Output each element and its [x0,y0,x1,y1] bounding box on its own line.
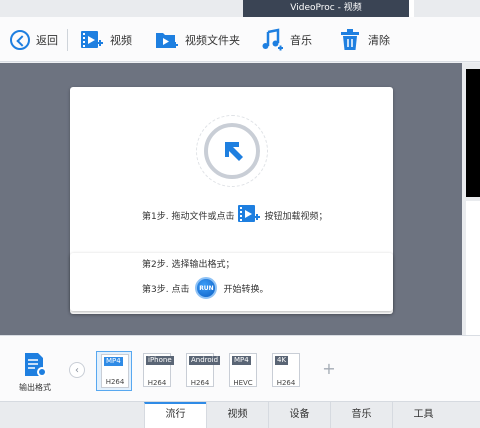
tab-video[interactable]: 视频 [206,402,268,428]
add-video-inline-icon[interactable] [237,203,261,227]
format-codec: H264 [105,378,125,386]
back-arrow-icon [10,29,30,50]
add-music-label: 音乐 [290,33,312,47]
format-tile[interactable]: MP4 H264 [96,351,132,391]
video-folder-icon [155,28,179,52]
title-tab-edge [409,0,414,17]
format-tag: Android [189,356,221,365]
output-format-button[interactable]: 输出格式 [14,352,56,396]
format-tag: MP4 [104,357,123,366]
tab-popular[interactable]: 流行 [144,402,206,428]
drop-target[interactable] [204,123,260,179]
step3-text-before: 第3步. 点击 [142,284,190,295]
format-codec: HEVC [233,379,253,387]
step2-text: 第2步. 选择输出格式； [142,260,235,270]
steps-panel: 第2步. 选择输出格式； 第3步. 点击 RUN 开始转换。 [70,253,393,311]
tab-device[interactable]: 设备 [268,402,330,428]
step1-row: 第1步. 拖动文件或点击 按钮加载视频； [142,203,327,227]
add-format-icon[interactable]: + [321,361,337,378]
add-folder-button[interactable]: 视频文件夹 [155,17,240,62]
toolbar-divider [67,29,68,51]
add-video-icon [80,28,104,52]
add-video-label: 视频 [110,33,132,47]
format-codec: H264 [190,379,210,387]
preview-video [466,69,480,197]
step2-row: 第2步. 选择输出格式； [142,257,234,270]
format-strip: 输出格式 ‹ MP4 H264 iPhone H264 Android H264… [0,335,480,401]
format-tile[interactable]: Android H264 [182,351,221,391]
format-tag: MP4 [232,356,251,365]
add-video-button[interactable]: 视频 [80,17,132,62]
clear-label: 清除 [368,33,390,47]
output-format-icon [25,353,47,377]
preview-info [466,201,480,335]
tab-tools[interactable]: 工具 [392,402,454,428]
clear-button[interactable]: 清除 [338,17,390,62]
step3-row: 第3步. 点击 RUN 开始转换。 [142,277,268,299]
back-button[interactable]: 返回 [10,17,58,62]
toolbar: 返回 视频 视频文件夹 音乐 清除 [0,17,480,62]
format-codec: H264 [147,379,167,387]
trash-icon [338,28,362,52]
step3-text-after: 开始转换。 [223,284,269,295]
preview-panel [462,63,480,335]
format-tag: iPhone [146,356,174,365]
window-title: VideoProc - 视频 [243,0,409,17]
format-tile[interactable]: 4K H264 [268,351,304,391]
title-bar: VideoProc - 视频 [0,0,480,17]
back-label: 返回 [36,33,58,47]
drag-arrow-icon [225,142,243,161]
drop-stage[interactable]: 第1步. 拖动文件或点击 按钮加载视频； 第2步. 选择输出格式； 第3步. 点… [0,63,462,335]
add-folder-label: 视频文件夹 [185,33,240,47]
tab-music[interactable]: 音乐 [330,402,392,428]
scroll-left-button[interactable]: ‹ [69,362,85,378]
format-codec: H264 [276,379,296,387]
step1-text-after: 按钮加载视频； [264,211,328,222]
format-tile[interactable]: iPhone H264 [139,351,175,391]
category-tabs: 流行 视频 设备 音乐 工具 [0,401,480,428]
music-icon [260,27,284,52]
run-button[interactable]: RUN [195,277,218,299]
step1-text-before: 第1步. 拖动文件或点击 [142,211,235,222]
output-format-label: 输出格式 [19,383,51,392]
format-tile[interactable]: MP4 HEVC [225,351,261,391]
format-tag: 4K [275,356,289,365]
add-music-button[interactable]: 音乐 [260,17,312,62]
